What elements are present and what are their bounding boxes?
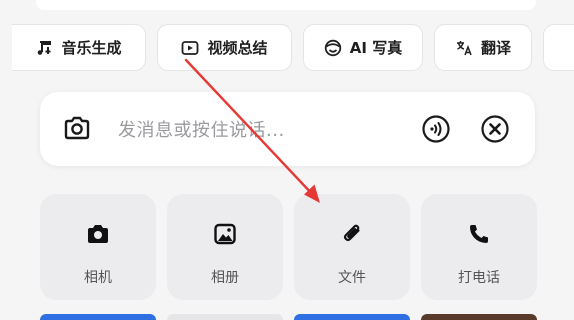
smiley-face-icon — [324, 39, 341, 56]
chip-label: AI 写真 — [349, 39, 403, 57]
camera-filled-icon — [88, 225, 108, 243]
image-icon — [214, 223, 236, 245]
chat-composer-panel: 音乐生成 视频总结 AI 写真 翻译 发消息或按住说话... 相机 相册 文件 … — [0, 0, 574, 320]
tile-label: 打电话 — [458, 270, 500, 286]
previous-panel-edge — [36, 0, 536, 10]
tile-call[interactable]: 打电话 — [421, 194, 537, 300]
video-summary-icon — [182, 40, 199, 55]
message-input-box[interactable]: 发消息或按住说话... — [40, 92, 535, 166]
bottom-card-partial[interactable] — [421, 314, 537, 320]
phone-icon — [470, 225, 488, 243]
tile-label: 相机 — [84, 270, 112, 286]
chip-music-generation[interactable]: 音乐生成 — [12, 24, 146, 71]
bottom-card-partial[interactable] — [40, 314, 156, 320]
tile-label: 文件 — [338, 270, 366, 286]
chip-more-partial[interactable] — [543, 24, 574, 71]
music-note-icon — [38, 40, 52, 55]
camera-icon[interactable] — [62, 113, 92, 143]
chip-label: 音乐生成 — [61, 39, 122, 57]
chip-label: 翻译 — [480, 39, 511, 57]
bottom-card-partial[interactable] — [167, 314, 283, 320]
close-circle-icon[interactable] — [480, 114, 510, 144]
bottom-card-partial[interactable] — [294, 314, 410, 320]
tile-file[interactable]: 文件 — [294, 194, 410, 300]
chip-label: 视频总结 — [207, 39, 268, 57]
chip-video-summary[interactable]: 视频总结 — [157, 24, 292, 71]
paperclip-icon — [343, 224, 360, 242]
translate-icon — [456, 40, 472, 55]
voice-wave-icon[interactable] — [421, 114, 451, 144]
tile-album[interactable]: 相册 — [167, 194, 283, 300]
chip-ai-portrait[interactable]: AI 写真 — [303, 24, 423, 71]
input-placeholder[interactable]: 发消息或按住说话... — [118, 116, 285, 142]
chip-translate[interactable]: 翻译 — [434, 24, 532, 71]
tile-label: 相册 — [211, 270, 239, 286]
tile-camera[interactable]: 相机 — [40, 194, 156, 300]
